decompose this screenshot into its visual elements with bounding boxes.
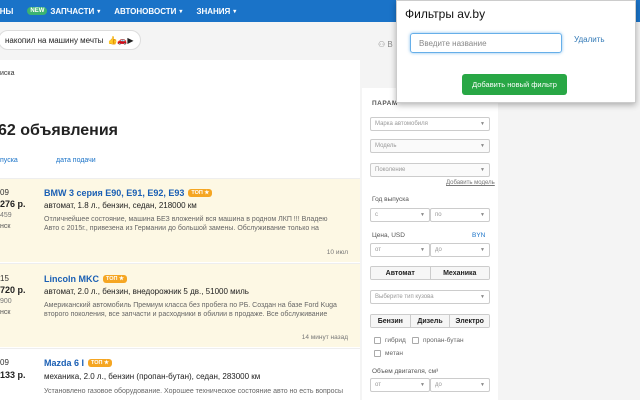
chevron-down-icon: ▼ — [480, 212, 485, 218]
listing-panel: иска 62 объявления пуска дата подачи 09 … — [0, 60, 360, 400]
listing-item[interactable]: 09 133 р. Mazda 6 I ТОП ★ механика, 2.0 … — [0, 348, 360, 400]
top-badge: ТОП ★ — [103, 275, 127, 283]
gearbox-toggle: Автомат Механика — [370, 266, 490, 280]
sort-by-year[interactable]: пуска — [0, 157, 18, 164]
gearbox-automatic-button[interactable]: Автомат — [371, 267, 431, 279]
listing-title[interactable]: BMW 3 серия E90, E91, E92, E93 ТОП ★ — [44, 188, 213, 198]
chevron-down-icon: ▼ — [420, 382, 425, 388]
chevron-down-icon: ▾ — [179, 8, 183, 15]
chevron-down-icon: ▾ — [97, 8, 101, 15]
nav-item-news[interactable]: АВТОНОВОСТИ ▾ — [114, 7, 182, 16]
listing-item[interactable]: 09 276 р. 459 нск BMW 3 серия E90, E91, … — [0, 178, 360, 262]
gearbox-manual-button[interactable]: Механика — [430, 267, 489, 279]
star-icon: ★ — [104, 360, 109, 366]
volume-from-select[interactable]: от ▼ — [370, 378, 430, 392]
brand-select[interactable]: Марка автомобиля ▼ — [370, 117, 490, 131]
currency-toggle[interactable]: BYN — [472, 232, 485, 239]
hybrid-checkbox[interactable]: гибрид — [374, 337, 406, 344]
popup-title: Фильтры av.by — [405, 7, 486, 21]
engine-petrol-button[interactable]: Бензин — [371, 315, 411, 327]
sort-by-date[interactable]: дата подачи — [56, 157, 96, 164]
generation-select[interactable]: Поколение ▼ — [370, 163, 490, 177]
chevron-down-icon: ▼ — [480, 247, 485, 253]
add-model-link[interactable]: Добавить модель — [446, 180, 495, 186]
user-icon: ⚇ — [378, 40, 386, 49]
listing-title[interactable]: Mazda 6 I ТОП ★ — [44, 358, 112, 368]
chevron-down-icon: ▼ — [480, 382, 485, 388]
chevron-down-icon: ▼ — [480, 121, 485, 127]
price-from-select[interactable]: от ▼ — [370, 243, 430, 257]
login-link[interactable]: ⚇ В — [378, 40, 393, 49]
chevron-down-icon: ▼ — [420, 212, 425, 218]
chevron-down-icon: ▼ — [480, 143, 485, 149]
nav-item-cars[interactable]: ИНЫ — [0, 7, 13, 16]
add-filter-button[interactable]: Добавить новый фильтр — [462, 74, 567, 95]
body-type-select[interactable]: Выберите тип кузова ▼ — [370, 290, 490, 304]
chevron-down-icon: ▾ — [233, 8, 237, 15]
extension-popup: Фильтры av.by Введите название Удалить Д… — [396, 0, 636, 103]
methane-checkbox[interactable]: метан — [374, 350, 403, 357]
star-icon: ★ — [119, 276, 124, 282]
listing-item[interactable]: 15 720 р. 900 нск Lincoln MKC ТОП ★ авто… — [0, 263, 360, 347]
nav-item-knowledge[interactable]: ЗНАНИЯ ▾ — [196, 7, 236, 16]
volume-to-select[interactable]: до ▼ — [430, 378, 490, 392]
listing-title[interactable]: Lincoln MKC ТОП ★ — [44, 274, 127, 284]
star-icon: ★ — [204, 190, 210, 196]
model-select[interactable]: Модель ▼ — [370, 139, 490, 153]
year-to-select[interactable]: по ▼ — [430, 208, 490, 222]
engine-diesel-button[interactable]: Дизель — [410, 315, 451, 327]
top-badge: ТОП ★ — [188, 189, 213, 197]
delete-link[interactable]: Удалить — [574, 35, 605, 44]
chevron-down-icon: ▼ — [480, 294, 485, 300]
price-to-select[interactable]: до ▼ — [430, 243, 490, 257]
nav-item-parts[interactable]: NEW ЗАПЧАСТИ ▾ — [27, 7, 100, 16]
promo-banner[interactable]: накопил на машину мечты 👍🚗▶ — [0, 30, 141, 50]
breadcrumb[interactable]: иска — [0, 70, 15, 77]
top-badge: ТОП ★ — [88, 359, 112, 367]
filters-panel: ПАРАМ Марка автомобиля ▼ Модель ▼ Поколени… — [362, 88, 498, 400]
chevron-down-icon: ▼ — [420, 247, 425, 253]
propane-checkbox[interactable]: пропан-бутан — [412, 337, 464, 344]
promo-emoji: 👍🚗▶ — [107, 35, 134, 45]
chevron-down-icon: ▼ — [480, 167, 485, 173]
engine-toggle: Бензин Дизель Электро — [370, 314, 490, 328]
filters-heading: ПАРАМ — [372, 100, 398, 107]
new-badge: NEW — [27, 7, 48, 15]
engine-electric-button[interactable]: Электро — [450, 315, 489, 327]
page-title: 62 объявления — [0, 122, 118, 139]
filter-name-input[interactable]: Введите название — [410, 33, 562, 53]
year-from-select[interactable]: с ▼ — [370, 208, 430, 222]
